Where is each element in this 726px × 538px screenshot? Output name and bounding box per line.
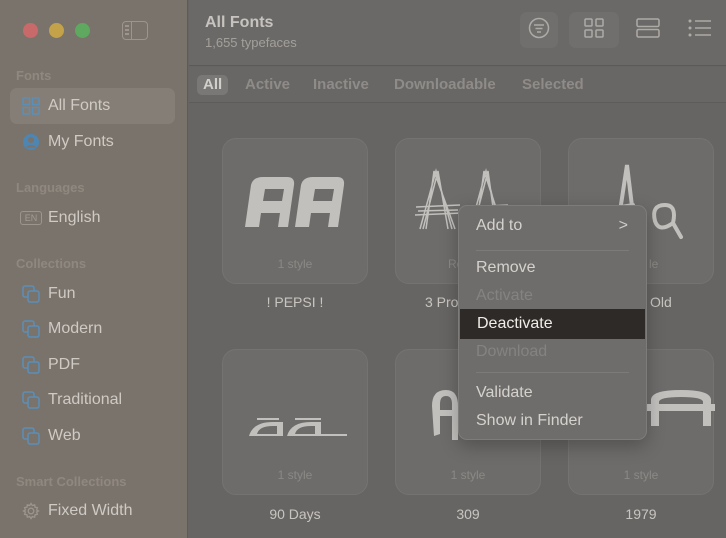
collection-icon (22, 320, 40, 338)
menu-item-deactivate[interactable]: Deactivate (460, 309, 645, 339)
collection-icon (22, 391, 40, 409)
sidebar-item-label: My Fonts (48, 133, 114, 150)
sidebar-item-pdf[interactable]: PDF (10, 347, 175, 383)
sidebar-item-fun[interactable]: Fun (10, 276, 175, 312)
sidebar-item-label: Web (48, 427, 81, 444)
grid-icon (22, 97, 40, 115)
menu-separator (476, 372, 629, 373)
font-preview (245, 177, 345, 227)
style-count: 1 style (623, 468, 659, 482)
menu-item-add-to[interactable]: Add to > (459, 211, 646, 241)
typeface-count: 1,655 typefaces (205, 35, 297, 50)
sidebar: Fonts All Fonts My Fonts Languages EN En… (0, 0, 188, 538)
font-card[interactable]: 1 style (222, 349, 368, 495)
list-view-button[interactable] (682, 12, 718, 48)
menu-item-show-in-finder[interactable]: Show in Finder (459, 406, 646, 436)
sidebar-item-modern[interactable]: Modern (10, 311, 175, 347)
gear-icon (22, 502, 40, 520)
strip-view-icon (636, 17, 660, 43)
sidebar-item-english[interactable]: EN English (10, 200, 175, 236)
toolbar: All Fonts 1,655 typefaces (189, 0, 726, 66)
collection-icon (22, 285, 40, 303)
menu-item-activate: Activate (476, 287, 533, 304)
filter-button[interactable] (520, 12, 558, 48)
style-count: 1 style (277, 468, 313, 482)
font-name: ! PEPSI ! (266, 294, 324, 310)
section-label-languages: Languages (16, 180, 85, 195)
sidebar-item-my-fonts[interactable]: My Fonts (10, 124, 175, 160)
minimize-button[interactable] (49, 23, 64, 38)
sidebar-item-label: PDF (48, 356, 80, 373)
page-title: All Fonts (205, 14, 274, 31)
collection-icon (22, 356, 40, 374)
user-circle-icon (22, 133, 40, 151)
style-count: 1 style (450, 468, 486, 482)
menu-separator (476, 250, 629, 251)
strip-view-button[interactable] (628, 12, 668, 48)
menu-item-remove[interactable]: Remove (459, 253, 646, 283)
sidebar-item-label: All Fonts (48, 97, 111, 114)
tab-selected[interactable]: Selected (518, 75, 588, 95)
menu-item-download: Download (476, 343, 548, 360)
font-name: 309 (456, 506, 480, 522)
style-count: 1 style (277, 257, 313, 271)
close-button[interactable] (23, 23, 38, 38)
tab-downloadable[interactable]: Downloadable (390, 75, 500, 95)
section-label-smart-collections: Smart Collections (16, 474, 127, 489)
window-controls (23, 23, 90, 38)
filter-icon (528, 17, 550, 44)
sidebar-item-label: Fixed Width (48, 502, 133, 519)
sidebar-item-web[interactable]: Web (10, 418, 175, 454)
list-view-icon (688, 19, 712, 42)
filter-bar: All Active Inactive Downloadable Selecte… (189, 67, 726, 103)
menu-item-label: Add to (476, 217, 523, 234)
section-label-collections: Collections (16, 256, 87, 271)
menu-item-validate[interactable]: Validate (459, 378, 646, 408)
collection-icon (22, 427, 40, 445)
tab-inactive[interactable]: Inactive (309, 75, 373, 95)
section-label-fonts: Fonts (16, 68, 52, 83)
font-card[interactable]: 1 style (222, 138, 368, 284)
sidebar-item-label: Fun (48, 285, 76, 302)
tab-all[interactable]: All (197, 75, 229, 95)
sidebar-item-label: Modern (48, 320, 103, 337)
sidebar-toggle-icon[interactable] (122, 21, 148, 40)
sidebar-item-traditional[interactable]: Traditional (10, 382, 175, 418)
font-name: 90 Days (269, 506, 321, 522)
font-preview (249, 418, 347, 436)
zoom-button[interactable] (75, 23, 90, 38)
sidebar-item-label: Traditional (48, 391, 123, 408)
grid-view-button[interactable] (569, 12, 619, 48)
context-menu: Add to > Remove Activate Deactivate Down… (458, 205, 647, 440)
tab-active[interactable]: Active (241, 75, 294, 95)
language-badge-icon: EN (20, 211, 42, 225)
font-name: 1979 (625, 506, 657, 522)
grid-view-icon (584, 17, 604, 43)
sidebar-item-all-fonts[interactable]: All Fonts (10, 88, 175, 124)
sidebar-item-fixed-width[interactable]: Fixed Width (10, 493, 175, 529)
chevron-right-icon: > (618, 217, 628, 234)
sidebar-item-label: English (48, 209, 101, 226)
